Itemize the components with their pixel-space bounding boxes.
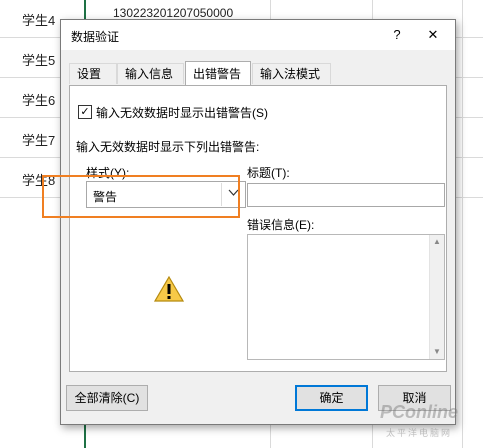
row-label: 学生6 xyxy=(22,93,56,108)
section-label: 输入无效数据时显示下列出错警告: xyxy=(76,140,260,154)
dialog-title: 数据验证 xyxy=(71,30,120,44)
row-label: 学生5 xyxy=(22,53,56,68)
tab-error-alert[interactable]: 出错警告 xyxy=(185,61,251,85)
watermark-subtitle: 太平洋电脑网 xyxy=(386,428,453,438)
grid-line xyxy=(462,0,463,448)
scroll-down-icon[interactable]: ▼ xyxy=(430,345,444,359)
error-alert-panel: ✓ 输入无效数据时显示出错警告(S) 输入无效数据时显示下列出错警告: 样式(Y… xyxy=(69,85,447,372)
error-message-label: 错误信息(E): xyxy=(247,218,315,232)
scrollbar[interactable]: ▲ ▼ xyxy=(429,235,444,359)
title-bar: 数据验证 ? ✕ xyxy=(61,20,455,50)
tab-settings[interactable]: 设置 xyxy=(69,63,117,84)
tab-ime-mode[interactable]: 输入法模式 xyxy=(252,63,331,84)
ok-button[interactable]: 确定 xyxy=(295,385,368,411)
title-input[interactable] xyxy=(247,183,445,207)
close-button[interactable]: ✕ xyxy=(421,24,445,46)
data-validation-dialog: 数据验证 ? ✕ 设置 输入信息 出错警告 输入法模式 ✓ 输入无效数据时显示出… xyxy=(60,19,456,425)
error-message-textarea[interactable]: ▲ ▼ xyxy=(247,234,445,360)
help-button[interactable]: ? xyxy=(385,24,409,46)
row-label: 学生4 xyxy=(22,13,56,28)
warning-triangle-icon xyxy=(154,276,184,302)
tab-input-message[interactable]: 输入信息 xyxy=(117,63,184,84)
show-alert-label[interactable]: 输入无效数据时显示出错警告(S) xyxy=(96,104,268,121)
watermark-logo: PConline xyxy=(380,402,459,422)
row-label: 学生7 xyxy=(22,133,56,148)
scroll-up-icon[interactable]: ▲ xyxy=(430,235,444,249)
title-label: 标题(T): xyxy=(247,166,290,180)
show-alert-checkbox[interactable]: ✓ xyxy=(78,105,92,119)
cell-value: 130223201207050000 xyxy=(113,6,234,20)
highlight-box xyxy=(42,175,240,218)
clear-all-button[interactable]: 全部清除(C) xyxy=(66,385,148,411)
